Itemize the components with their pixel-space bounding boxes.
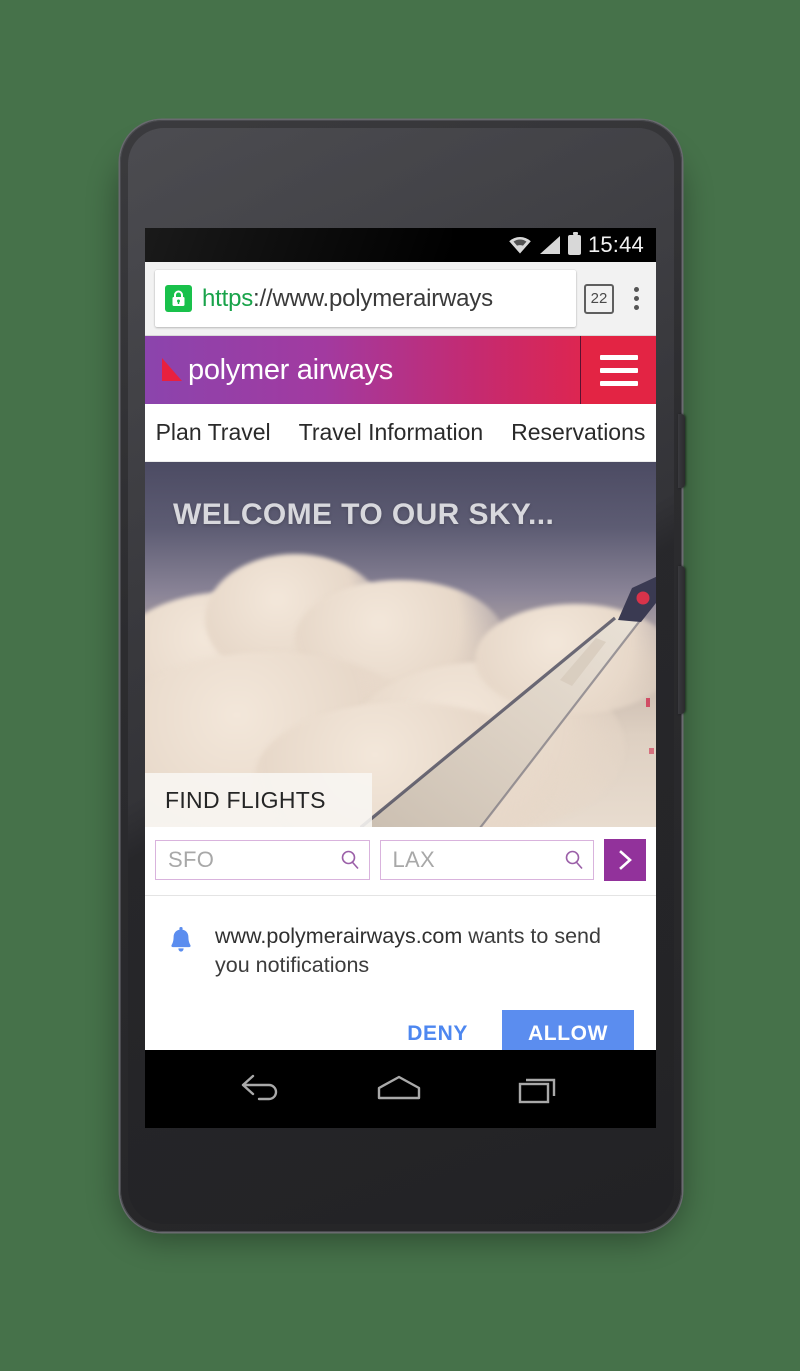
site-nav: Plan Travel Travel Information Reservati… — [145, 404, 656, 462]
notification-permission-dialog: www.polymerairways.com wants to send you… — [145, 896, 656, 1076]
origin-airport-field[interactable]: SFO — [155, 840, 370, 880]
nav-item-reservations[interactable]: Reservations — [511, 419, 645, 446]
magnifier-icon[interactable] — [563, 849, 585, 871]
url-separator: :// — [253, 284, 273, 312]
site-header: polymer airways — [145, 336, 656, 404]
find-flights-tab[interactable]: FIND FLIGHTS — [145, 773, 372, 827]
search-submit-button[interactable] — [604, 839, 646, 881]
flight-search-row: SFO LAX — [145, 827, 656, 896]
url-text: https://www.polymerairways — [202, 285, 493, 313]
deny-button[interactable]: DENY — [389, 1012, 486, 1056]
hero-title: WELCOME TO OUR SKY... — [173, 498, 555, 531]
cellular-signal-icon — [539, 235, 561, 255]
notification-permission-message: www.polymerairways.com wants to send you… — [215, 922, 634, 980]
magnifier-icon[interactable] — [339, 849, 361, 871]
destination-airport-field[interactable]: LAX — [379, 840, 594, 880]
destination-airport-placeholder: LAX — [392, 847, 435, 872]
status-bar-clock: 15:44 — [587, 232, 644, 257]
site-brand[interactable]: polymer airways — [145, 336, 580, 404]
android-navigation-bar — [145, 1050, 656, 1128]
bell-icon — [167, 922, 197, 961]
lock-icon — [165, 285, 192, 312]
notification-origin: www.polymerairways.com — [215, 924, 463, 948]
site-brand-label: polymer airways — [188, 353, 393, 386]
nav-item-plan-travel[interactable]: Plan Travel — [156, 419, 271, 446]
url-scheme: https — [202, 284, 254, 312]
phone-screen: 15:44 https://www.polymerairways 22 poly… — [145, 228, 656, 1128]
origin-airport-placeholder: SFO — [168, 847, 215, 872]
nav-item-travel-information[interactable]: Travel Information — [299, 419, 484, 446]
home-icon[interactable] — [375, 1072, 423, 1106]
url-host: www.polymerairways — [272, 284, 493, 312]
url-bar[interactable]: https://www.polymerairways — [155, 270, 576, 327]
recent-apps-icon[interactable] — [516, 1072, 564, 1106]
hamburger-menu-icon[interactable] — [580, 336, 656, 404]
hero-banner: WELCOME TO OUR SKY... FIND FLIGHTS — [145, 462, 656, 827]
back-arrow-icon[interactable] — [237, 1072, 283, 1106]
tab-switcher-icon[interactable]: 22 — [584, 283, 614, 314]
overflow-menu-icon[interactable] — [622, 287, 650, 310]
airplane-wing-image — [358, 570, 656, 827]
polymer-airways-triangle-logo-icon — [160, 356, 184, 384]
power-button[interactable] — [678, 414, 685, 488]
wifi-icon — [508, 235, 532, 255]
chevron-right-icon — [615, 849, 635, 871]
android-status-bar: 15:44 — [145, 228, 656, 262]
browser-toolbar: https://www.polymerairways 22 — [145, 262, 656, 336]
volume-button[interactable] — [678, 566, 685, 714]
battery-full-icon — [567, 232, 581, 255]
